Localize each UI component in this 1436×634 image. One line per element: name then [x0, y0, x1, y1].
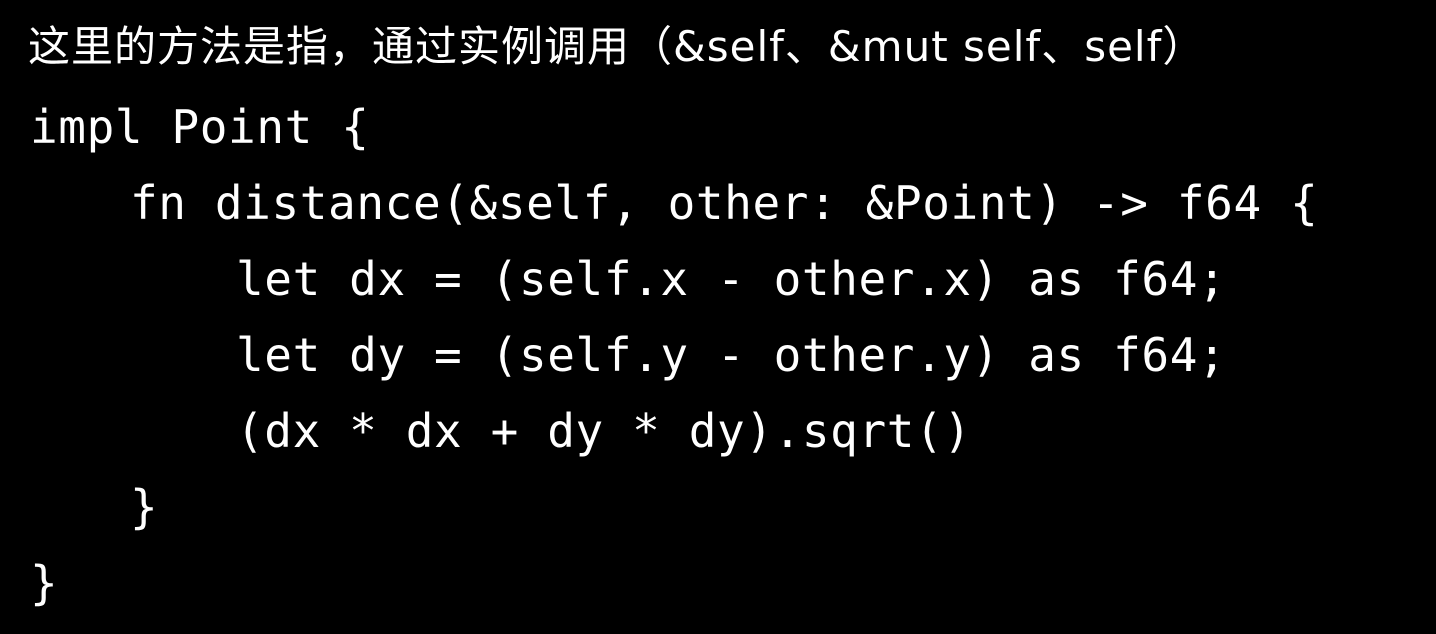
code-line-sqrt-expression: (dx * dx + dy * dy).sqrt() — [236, 404, 972, 458]
code-line-fn-close-brace: } — [130, 480, 159, 534]
code-line-let-dx: let dx = (self.x - other.x) as f64; — [236, 252, 1227, 306]
code-line-let-dy: let dy = (self.y - other.y) as f64; — [236, 328, 1227, 382]
slide: 这里的方法是指，通过实例调用（&self、&mut self、self） imp… — [0, 0, 1436, 634]
slide-heading: 这里的方法是指，通过实例调用（&self、&mut self、self） — [28, 22, 1206, 71]
code-line-impl-close-brace: } — [30, 556, 59, 610]
code-line-impl: impl Point { — [30, 100, 370, 154]
code-line-fn-signature: fn distance(&self, other: &Point) -> f64… — [130, 176, 1319, 230]
